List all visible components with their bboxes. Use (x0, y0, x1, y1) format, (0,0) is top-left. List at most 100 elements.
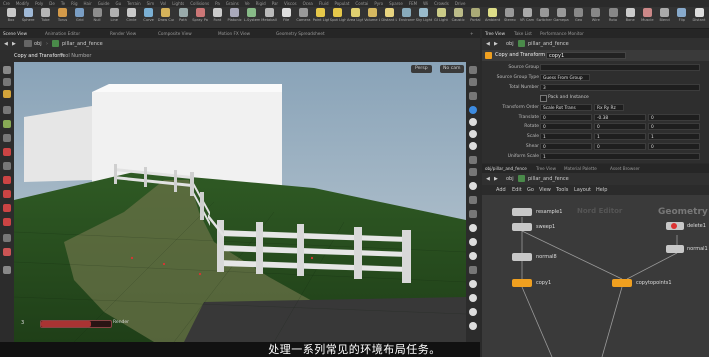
shelf-tab[interactable]: Gu (112, 0, 124, 7)
node-name-field[interactable]: copy1 (546, 52, 626, 59)
display-options-icon[interactable] (469, 66, 477, 74)
lighting-icon[interactable] (469, 78, 477, 86)
shelf-tool[interactable]: Roto (605, 8, 621, 27)
shelf-tab[interactable]: Rig (68, 0, 80, 7)
shelf-tab[interactable]: Guide (95, 0, 113, 7)
pose-tool-icon[interactable] (3, 120, 11, 128)
back-arrow-icon[interactable]: ◀ (486, 176, 490, 182)
shelf-tool[interactable]: Sky Light (416, 8, 432, 27)
node-copytopoints1[interactable]: copytopoints1 (612, 279, 708, 287)
pack-instance-checkbox[interactable] (540, 94, 547, 102)
shelf-tab[interactable]: Pyro (371, 0, 386, 7)
node-normal8-body[interactable] (512, 253, 532, 261)
shelf-tab[interactable]: Populat (332, 0, 353, 7)
node-normal1[interactable]: normal1 (666, 245, 708, 253)
node-normal8[interactable]: normal8 (512, 253, 592, 261)
shelf-tab[interactable]: Drive (452, 0, 469, 7)
normal-display-icon[interactable] (469, 168, 477, 176)
snap-tool-icon[interactable] (3, 148, 11, 156)
point-display-icon[interactable] (469, 156, 477, 164)
ghost-icon[interactable] (469, 106, 477, 114)
shelf-tab[interactable]: Te (58, 0, 68, 7)
handle-display-icon[interactable] (469, 252, 477, 260)
shelf-tool[interactable]: Blend (657, 8, 673, 27)
param-field[interactable]: 0 (594, 123, 646, 131)
shelf-tool[interactable]: Metaball (261, 8, 277, 27)
param-field[interactable]: 3 (540, 83, 700, 91)
shelf-tool[interactable]: Torus (55, 8, 71, 27)
snapshot-icon[interactable] (469, 266, 477, 274)
move-tool-icon[interactable] (3, 78, 11, 86)
tab-tree-view-2[interactable]: Tree View (536, 164, 556, 173)
tab-material-palette[interactable]: Material Palette (564, 164, 597, 173)
param-field[interactable]: 1 (540, 133, 592, 141)
shelf-tool[interactable]: Portal (467, 8, 483, 27)
shelf-tool[interactable]: Area Light (347, 8, 363, 27)
tab-animation-editor[interactable]: Animation Editor (45, 29, 80, 38)
shelf-tool[interactable]: Draw Curve (158, 8, 174, 27)
shelf-tool[interactable]: Grid (72, 8, 88, 27)
camera-display-icon[interactable] (469, 224, 477, 232)
shelf-tool[interactable]: Volume Light (364, 8, 380, 27)
vertex-select-icon[interactable] (3, 204, 11, 212)
grid-display-icon[interactable] (469, 196, 477, 204)
param-field[interactable]: 1 (648, 133, 700, 141)
tab-tree-view[interactable]: Tree View (485, 29, 505, 38)
shelf-tool[interactable]: Box (3, 8, 19, 27)
shelf-tool[interactable]: Bone (622, 8, 638, 27)
stereo-icon[interactable] (469, 308, 477, 316)
brush-tool-icon[interactable] (3, 134, 11, 142)
path-node[interactable]: pillar_and_fence (528, 175, 569, 183)
shading-icon[interactable] (469, 92, 477, 100)
node-copy1-body[interactable] (512, 279, 532, 287)
shelf-tool[interactable]: Distant Light (381, 8, 397, 27)
node-copytopoints1-body[interactable] (612, 279, 632, 287)
tab-geometry-spreadsheet[interactable]: Geometry Spreadsheet (276, 29, 325, 38)
shelf-tab[interactable]: Vol (157, 0, 169, 7)
path-node[interactable]: pillar_and_fence (528, 40, 569, 48)
guide-display-icon[interactable] (469, 210, 477, 218)
forward-arrow-icon[interactable]: ▶ (494, 176, 498, 182)
tab-take-list[interactable]: Take List (514, 29, 532, 38)
shelf-tool[interactable]: Distant (691, 8, 707, 27)
menu-help[interactable]: Help (596, 185, 607, 195)
light-display-icon[interactable] (469, 238, 477, 246)
shelf-tool[interactable]: Ambient (485, 8, 501, 27)
add-tab-icon[interactable]: + (470, 29, 474, 38)
magnet-icon[interactable] (3, 218, 11, 226)
menu-go[interactable]: Go (527, 185, 534, 195)
param-field[interactable]: -0.38 (594, 113, 646, 121)
shelf-tab[interactable]: Modify (13, 0, 32, 7)
tab-network[interactable]: obj/pillar_and_fence (485, 164, 527, 173)
param-field[interactable]: 1 (540, 153, 700, 161)
primitive-select-icon[interactable] (3, 176, 11, 184)
back-arrow-icon[interactable]: ◀ (4, 41, 8, 47)
shelf-tool[interactable]: Wire (588, 8, 604, 27)
param-field[interactable]: 0 (594, 143, 646, 151)
shelf-tool[interactable]: Line (106, 8, 122, 27)
menu-view[interactable]: View (539, 185, 551, 195)
param-field[interactable]: 0 (648, 113, 700, 121)
param-field[interactable]: 0 (540, 143, 592, 151)
shelf-tool[interactable]: Spot Light (330, 8, 346, 27)
shelf-tab[interactable]: Collisions (187, 0, 212, 7)
shelf-tab[interactable]: Grains (223, 0, 242, 7)
param-field[interactable]: 1 (594, 133, 646, 141)
node-sweep1[interactable]: sweep1 (512, 223, 592, 231)
menu-layout[interactable]: Layout (574, 185, 591, 195)
shelf-tool[interactable]: Caustic (450, 8, 466, 27)
param-field[interactable]: 0 (648, 123, 700, 131)
path-node[interactable]: pillar_and_fence (62, 40, 103, 48)
forward-arrow-icon[interactable]: ▶ (494, 41, 498, 47)
view-tool-icon[interactable] (3, 106, 11, 114)
param-field[interactable]: Scale Rot Trans (540, 103, 592, 111)
tab-asset-browser[interactable]: Asset Browser (610, 164, 640, 173)
shelf-tab[interactable]: Pa (212, 0, 223, 7)
network-editor[interactable]: Nord Editor Geometry resample1 sweep1 de… (482, 195, 709, 357)
param-field[interactable]: Rx Ry Rz (594, 103, 624, 111)
shelf-tool[interactable]: Circle (123, 8, 139, 27)
node-resample1[interactable]: resample1 (512, 208, 602, 216)
shelf-tool[interactable]: L-System (244, 8, 260, 27)
shelf-tool[interactable]: GI Light (433, 8, 449, 27)
shelf-tab[interactable]: Hair (81, 0, 95, 7)
